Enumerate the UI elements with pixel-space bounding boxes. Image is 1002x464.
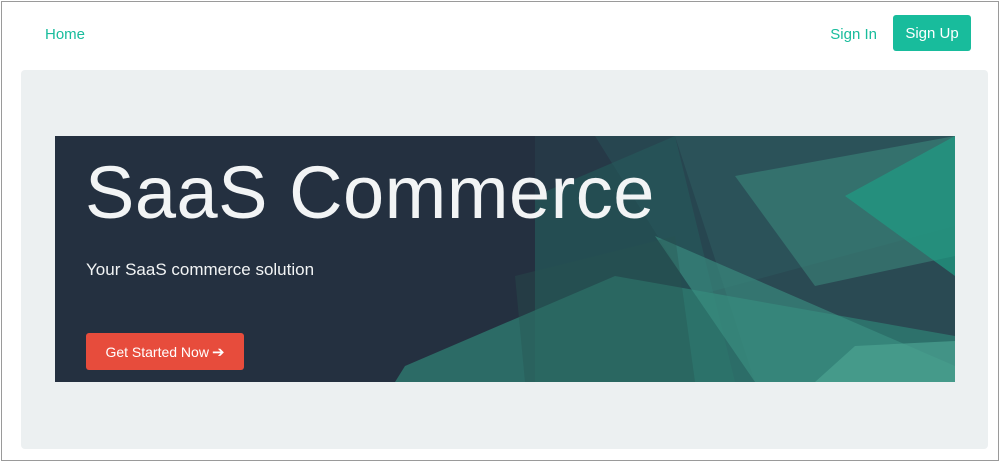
signup-button[interactable]: Sign Up <box>893 15 971 51</box>
hero-subtitle: Your SaaS commerce solution <box>86 260 315 279</box>
nav-signin-link[interactable]: Sign In <box>830 26 877 43</box>
browser-frame: Home Sign In Sign Up SaaS Commerce Your … <box>1 1 999 461</box>
get-started-button[interactable]: Get Started Now ➔ <box>86 333 244 370</box>
top-navbar: Home Sign In Sign Up <box>2 2 998 68</box>
hero-title: SaaS Commerce <box>85 151 655 234</box>
get-started-label: Get Started Now <box>105 343 209 360</box>
jumbotron: SaaS Commerce Your SaaS commerce solutio… <box>21 70 988 449</box>
hero-banner: SaaS Commerce Your SaaS commerce solutio… <box>55 136 955 382</box>
nav-home-link[interactable]: Home <box>45 26 85 43</box>
arrow-right-icon: ➔ <box>211 343 225 361</box>
